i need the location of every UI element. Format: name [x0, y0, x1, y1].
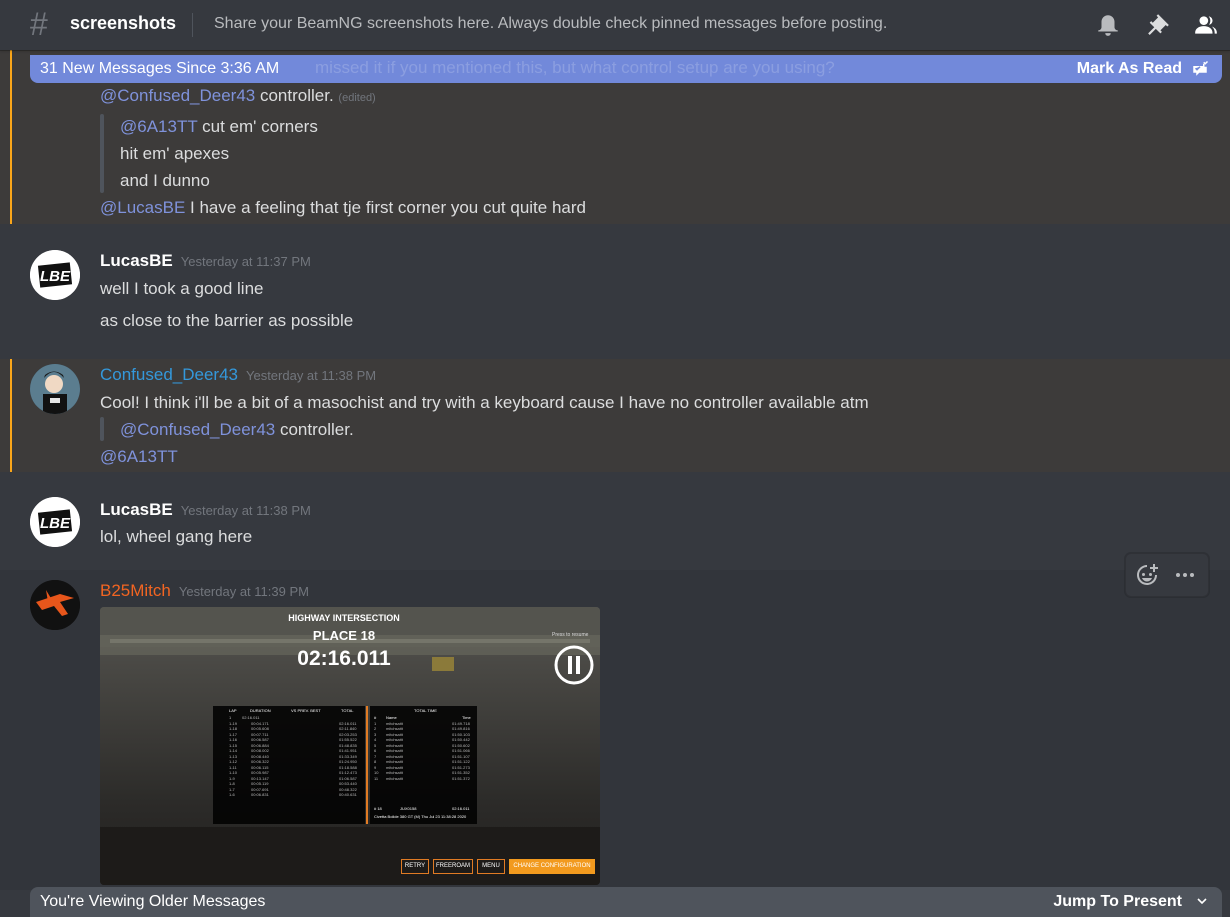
- avatar[interactable]: LBE: [30, 250, 80, 300]
- quote-bar: [100, 114, 104, 193]
- pause-icon: [554, 645, 594, 685]
- new-messages-bar[interactable]: missed it if you mentioned this, but wha…: [30, 55, 1222, 83]
- quote-line: @Confused_Deer43 controller.: [120, 420, 354, 440]
- message-text: cut em' corners: [197, 117, 318, 136]
- message-text: Cool! I think i'll be a bit of a masochi…: [100, 393, 869, 412]
- older-messages-text: You're Viewing Older Messages: [40, 893, 266, 910]
- timestamp: Yesterday at 11:39 PM: [178, 584, 309, 599]
- quote-line: and I dunno: [120, 171, 210, 190]
- user-mention[interactable]: @LucasBE: [100, 198, 185, 217]
- message-group: LBE LucasBE Yesterday at 11:38 PM lol, wh…: [0, 487, 1230, 557]
- place-label: PLACE 18: [312, 628, 376, 643]
- user-mention[interactable]: @6A13TT: [100, 447, 178, 466]
- jump-to-present-button[interactable]: Jump To Present: [1053, 893, 1182, 911]
- edited-tag: (edited): [338, 92, 376, 104]
- message-text: I have a feeling that tje first corner y…: [185, 198, 586, 217]
- username[interactable]: Confused_Deer43: [100, 365, 238, 384]
- username[interactable]: LucasBE: [100, 500, 173, 519]
- user-mention[interactable]: @Confused_Deer43: [100, 86, 255, 105]
- table-divider: [366, 706, 368, 824]
- quote-bar: [100, 417, 104, 441]
- message-text: controller.: [255, 86, 334, 105]
- chevron-down-icon[interactable]: [1196, 895, 1208, 907]
- message-text: as close to the barrier as possible: [100, 311, 354, 330]
- event-title: HIGHWAY INTERSECTION: [288, 613, 400, 623]
- user-mention[interactable]: @Confused_Deer43: [120, 420, 275, 439]
- username[interactable]: LucasBE: [100, 251, 173, 270]
- leaderboard-footer: # 18 JUX0158 02:16.011: [374, 806, 470, 811]
- message-text: well I took a good line: [100, 279, 264, 298]
- menu-button: MENU: [477, 859, 505, 874]
- leaderboard-row: 11 mitchsaitt 01:51.372: [374, 775, 470, 781]
- avatar[interactable]: [30, 580, 80, 630]
- message-hover-toolbar: [1125, 553, 1209, 597]
- lbe-logo-icon: LBE: [30, 250, 80, 300]
- avatar-text: LBE: [40, 515, 71, 532]
- leaderboard-body: 1 mitchsaitt 01:49.718 2 mitchsaitt 01:49.816…: [370, 721, 477, 782]
- message-line: @6A13TT: [100, 447, 178, 467]
- timestamp: Yesterday at 11:38 PM: [245, 368, 377, 383]
- bell-icon[interactable]: [1095, 12, 1121, 38]
- avatar[interactable]: [30, 364, 80, 414]
- car-info: Civetta Bolide 380 GT (M) Thu Jul 23 11:…: [374, 814, 467, 819]
- leaderboard-header: TOTAL TIME: [414, 708, 437, 713]
- mark-as-read-button[interactable]: Mark As Read: [1077, 60, 1182, 78]
- more-options-icon[interactable]: [1173, 563, 1197, 587]
- lap-table-body: 1 02:16.011 1-19 00:04.171 02:16.011 1-18 00:0…: [213, 715, 365, 798]
- new-messages-ghost-text: missed it if you mentioned this, but wha…: [315, 58, 835, 77]
- plane-avatar-icon: [30, 580, 80, 630]
- channel-topic[interactable]: Share your BeamNG screenshots here. Alwa…: [214, 15, 887, 33]
- older-messages-bar[interactable]: You're Viewing Older Messages Jump To Pr…: [30, 887, 1222, 917]
- header-divider: [192, 13, 193, 37]
- change-configuration-button: CHANGE CONFIGURATION: [509, 859, 595, 874]
- leaderboard-table: TOTAL TIME # Name Time 1 mitchsaitt 01:49.…: [370, 706, 477, 824]
- channel-name: screenshots: [70, 13, 177, 33]
- race-time: 02:16.011: [297, 647, 391, 670]
- lap-row: 1-6 00:06.831 00:40.631: [229, 792, 357, 797]
- image-attachment[interactable]: HIGHWAY INTERSECTION PLACE 18 02:16.011 …: [100, 607, 600, 885]
- press-hint: Press to resume: [552, 632, 589, 638]
- pin-icon[interactable]: [1145, 12, 1171, 38]
- message-header: B25Mitch Yesterday at 11:39 PM: [100, 581, 309, 601]
- channel-hash-icon: #: [30, 6, 48, 42]
- message-line: @LucasBE I have a feeling that tje first…: [100, 198, 586, 218]
- mention-highlight-bar: [10, 359, 12, 472]
- message-line: @Confused_Deer43 controller. (edited): [100, 86, 376, 106]
- timestamp: Yesterday at 11:38 PM: [180, 503, 311, 518]
- lap-table-header: LAP DURATION VS PREV. BEST TOTAL: [229, 708, 354, 713]
- message-group-mentioned: Confused_Deer43 Yesterday at 11:38 PM Coo…: [0, 359, 1230, 472]
- new-messages-count: 31 New Messages Since 3:36 AM: [40, 60, 280, 77]
- message-group: LBE LucasBE Yesterday at 11:37 PM well I …: [0, 240, 1230, 340]
- avatar[interactable]: LBE: [30, 497, 80, 547]
- username[interactable]: B25Mitch: [100, 581, 171, 600]
- user-mention[interactable]: @6A13TT: [120, 117, 197, 136]
- retry-button: RETRY: [401, 859, 429, 874]
- quote-line: @6A13TT cut em' corners: [120, 117, 318, 137]
- timestamp: Yesterday at 11:37 PM: [180, 254, 311, 269]
- quote-line: hit em' apexes: [120, 144, 230, 163]
- message-header: LucasBE Yesterday at 11:37 PM: [100, 251, 311, 271]
- add-reaction-icon[interactable]: [1135, 563, 1159, 587]
- channel-header: # screenshots Share your BeamNG screensh…: [0, 0, 1230, 50]
- avatar-text: LBE: [40, 268, 71, 285]
- person-avatar-icon: [30, 364, 80, 414]
- message-header: LucasBE Yesterday at 11:38 PM: [100, 500, 311, 520]
- freeroam-button: FREEROAM: [433, 859, 473, 874]
- lbe-logo-icon: LBE: [30, 497, 80, 547]
- mark-read-icon[interactable]: [1190, 60, 1210, 78]
- mention-highlight-bar: [10, 50, 12, 224]
- message-header: Confused_Deer43 Yesterday at 11:38 PM: [100, 365, 376, 385]
- message-text: controller.: [275, 420, 354, 439]
- lap-table: LAP DURATION VS PREV. BEST TOTAL 1 02:16.…: [213, 706, 365, 824]
- message-text: lol, wheel gang here: [100, 527, 253, 546]
- member-list-icon[interactable]: [1193, 12, 1219, 38]
